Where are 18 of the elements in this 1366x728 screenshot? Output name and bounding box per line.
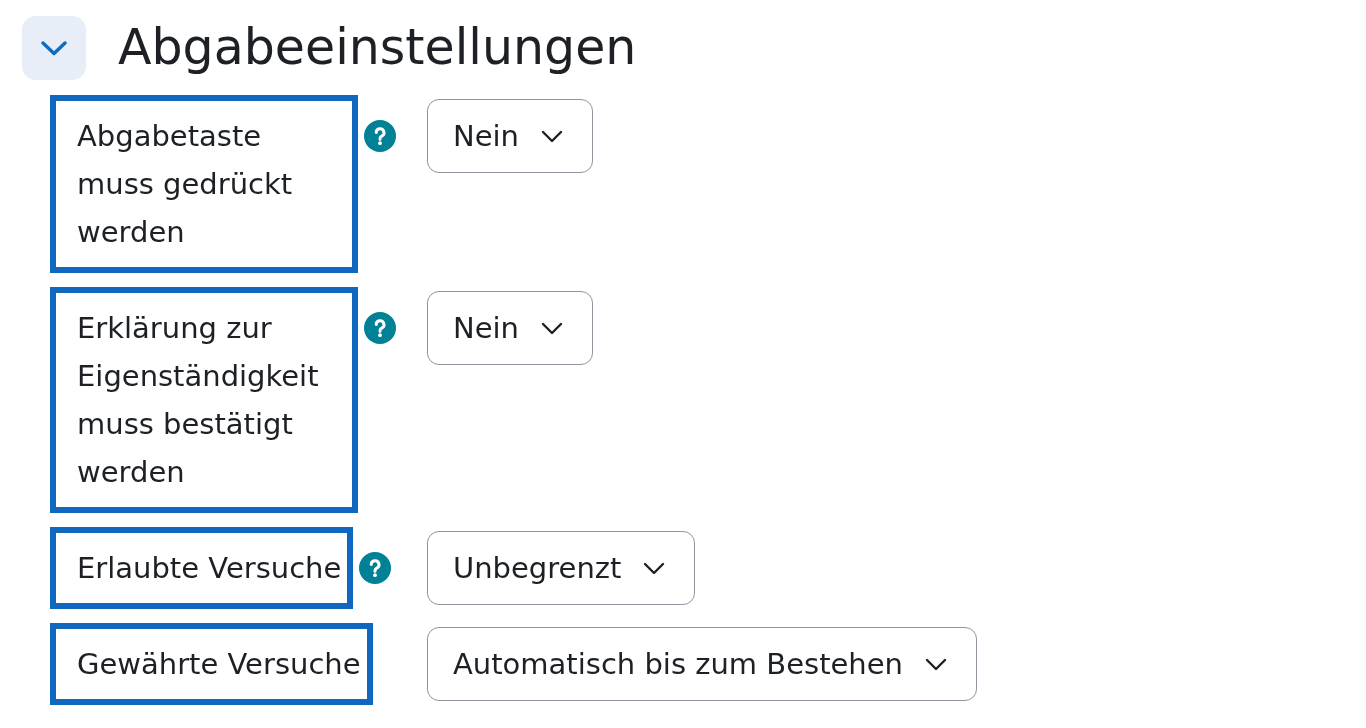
dropdown[interactable]: Nein <box>427 291 593 365</box>
dropdown[interactable]: Unbegrenzt <box>427 531 696 605</box>
help-icon[interactable] <box>363 312 396 344</box>
chevron-down-icon <box>41 40 67 56</box>
dropdown[interactable]: Automatisch bis zum Bestehen <box>427 627 977 701</box>
dropdown[interactable]: Nein <box>427 99 593 173</box>
chevron-down-icon <box>541 129 563 143</box>
field-label: Abgabetaste muss gedrückt werden <box>77 118 294 251</box>
chevron-down-icon <box>924 657 947 671</box>
collapse-button[interactable] <box>22 16 86 80</box>
chevron-down-icon <box>643 561 666 575</box>
field-label: Erlaubte Versuche <box>77 550 342 587</box>
help-icon[interactable] <box>363 120 396 152</box>
help-icon[interactable] <box>359 552 392 584</box>
chevron-down-icon <box>541 321 563 335</box>
field-label: Gewährte Versuche <box>77 646 361 683</box>
section-heading: Abgabeeinstellungen <box>118 18 637 78</box>
field-label: Erklärung zur Eigenständigkeit muss bestätigt werden <box>77 310 320 491</box>
